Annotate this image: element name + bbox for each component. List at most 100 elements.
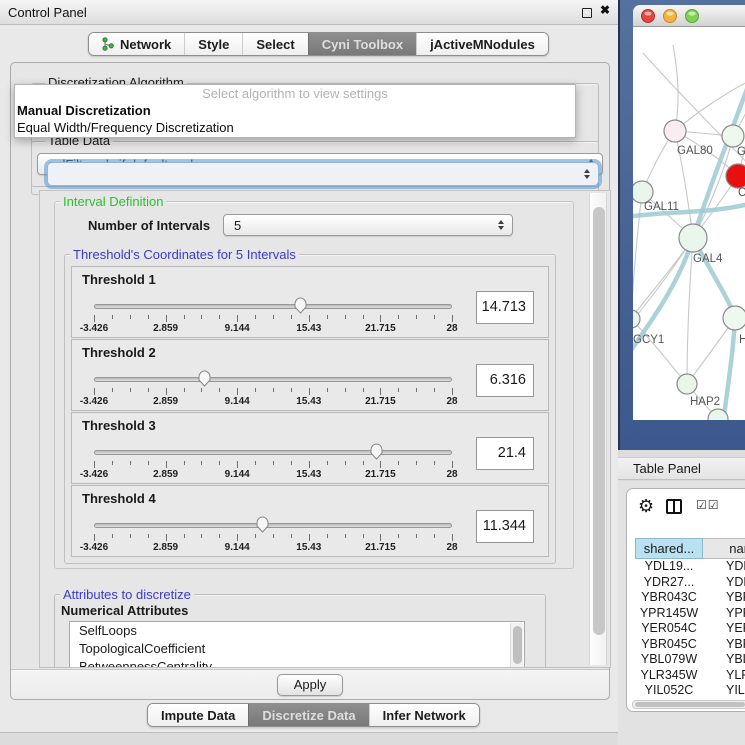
table-row[interactable]: YIL052C YIL0 [635,683,745,699]
cell-name[interactable]: YDR2 [711,575,745,591]
slider-thumb[interactable] [293,296,308,315]
attribute-item-betweennesscentrality[interactable]: BetweennessCentrality [70,658,524,668]
number-of-intervals-select[interactable]: 5 [223,214,513,236]
threshold-value-field[interactable]: 6.316 [476,364,534,397]
cell-shared-name[interactable]: YBL079W [635,652,703,668]
network-node[interactable] [633,181,653,203]
attribute-item-topologicalcoefficient[interactable]: TopologicalCoefficient [70,640,524,658]
cell-name[interactable]: YDL1 [711,559,745,575]
table-row[interactable]: YDR27... YDR2 [635,575,745,591]
attribute-item-selfloops[interactable]: SelfLoops [70,622,524,640]
network-window-titlebar[interactable] [633,5,745,27]
slider-tick [363,388,364,392]
tab-jactivemnodules[interactable]: jActiveMNodules [416,33,548,55]
cell-name[interactable]: YBR0 [711,637,745,653]
tab-style[interactable]: Style [184,33,242,55]
slider-tick-label: 2.859 [134,396,198,407]
cell-shared-name[interactable]: YER054C [635,621,703,637]
slider-thumb[interactable] [369,442,384,461]
slider-tick [327,315,328,319]
list-scrollbar[interactable] [510,623,523,668]
slider-tick [166,388,167,395]
split-columns-icon[interactable] [666,499,682,514]
slider-tick [291,388,292,392]
float-window-icon[interactable] [582,8,592,18]
table-row[interactable]: YBR045C YBR0 [635,637,745,653]
checkbox-icons[interactable]: ☑☑ [696,498,720,512]
slider-tick [219,461,220,465]
slider-tick [363,461,364,465]
cell-name[interactable]: YER0 [711,621,745,637]
control-panel-titlebar: Control Panel ✖ [0,0,618,25]
traffic-light-icons[interactable] [633,5,743,27]
cell-name[interactable]: YBL0 [711,652,745,668]
screen: Control Panel ✖ NetworkStyleSelectCyni T… [0,0,745,745]
threshold-value-field[interactable]: 21.4 [476,437,534,470]
cell-shared-name[interactable]: YLR345W [635,668,703,684]
slider-thumb[interactable] [197,369,212,388]
slider-thumb[interactable] [255,515,270,534]
table-row[interactable]: YPR145W YPR1 [635,606,745,622]
threshold-value-field[interactable]: 14.713 [476,291,534,324]
cell-name[interactable]: YBR0 [711,590,745,606]
green-zoom-icon[interactable] [686,10,699,23]
tab-discretize-data[interactable]: Discretize Data [248,704,368,726]
table-row[interactable]: YBL079W YBL0 [635,652,745,668]
slider-tick [148,461,149,465]
apply-button[interactable]: Apply [277,674,343,696]
tab-cyni-toolbox[interactable]: Cyni Toolbox [308,33,416,55]
cell-name[interactable]: YIL0 [711,683,745,699]
algorithm-dropdown-popup: Select algorithm to view settingsManual … [14,84,576,138]
table-row[interactable]: YER054C YER0 [635,621,745,637]
slider-tick [309,315,310,322]
cell-shared-name[interactable]: YBR045C [635,637,703,653]
slider-tick [166,461,167,468]
tab-select[interactable]: Select [242,33,307,55]
cell-name[interactable]: YPR1 [711,606,745,622]
network-canvas[interactable]: GAL80GACGAL11GAL4GCY1HHAP2 [633,27,745,420]
cell-shared-name[interactable]: YBR043C [635,590,703,606]
table-row[interactable]: YBR043C YBR0 [635,590,745,606]
network-edge [633,238,693,329]
slider-tick [94,388,95,395]
slider-tick [166,315,167,322]
tab-impute-data[interactable]: Impute Data [148,704,248,726]
cell-shared-name[interactable]: YIL052C [635,683,703,699]
dropdown-item-manual-discretization[interactable]: Manual Discretization [15,102,575,119]
table-row[interactable]: YLR345W YLR3 [635,668,745,684]
table-hscrollbar[interactable] [632,700,745,709]
network-node[interactable] [723,306,745,330]
slider-tick-label: 21.715 [348,542,412,553]
dropdown-item-equal-width-frequency-discretization[interactable]: Equal Width/Frequency Discretization [15,119,575,136]
cell-shared-name[interactable]: YDR27... [635,575,703,591]
column-header-name[interactable]: name [703,538,745,559]
network-node[interactable] [722,125,744,147]
algorithm-select[interactable] [47,162,599,186]
slider-track[interactable] [94,523,452,528]
slider-track[interactable] [94,450,452,455]
slider-tick-label: 28 [420,542,484,553]
tab-infer-network[interactable]: Infer Network [369,704,479,726]
slider-tick [201,461,202,465]
column-header-shared-name[interactable]: shared... [635,538,703,559]
network-node[interactable] [677,374,697,394]
network-node[interactable] [679,224,707,252]
tab-network[interactable]: Network [89,33,184,55]
network-node[interactable] [726,164,745,188]
threshold-value-field[interactable]: 11.344 [476,510,534,543]
table-row[interactable]: YDL19... YDL1 [635,559,745,575]
red-close-icon[interactable] [642,10,655,23]
cell-shared-name[interactable]: YDL19... [635,559,703,575]
numerical-attributes-list[interactable]: SelfLoopsTopologicalCoefficientBetweenne… [69,621,525,668]
slider-tick [291,315,292,319]
gear-icon[interactable]: ⚙ [638,496,654,517]
network-node[interactable] [664,120,686,142]
settings-scrollbar[interactable] [589,193,607,665]
slider-tick-label: 21.715 [348,323,412,334]
close-icon[interactable]: ✖ [600,3,610,17]
cell-name[interactable]: YLR3 [711,668,745,684]
cell-shared-name[interactable]: YPR145W [635,606,703,622]
slider-track[interactable] [94,377,452,382]
slider-track[interactable] [94,304,452,309]
yellow-minimize-icon[interactable] [664,10,677,23]
